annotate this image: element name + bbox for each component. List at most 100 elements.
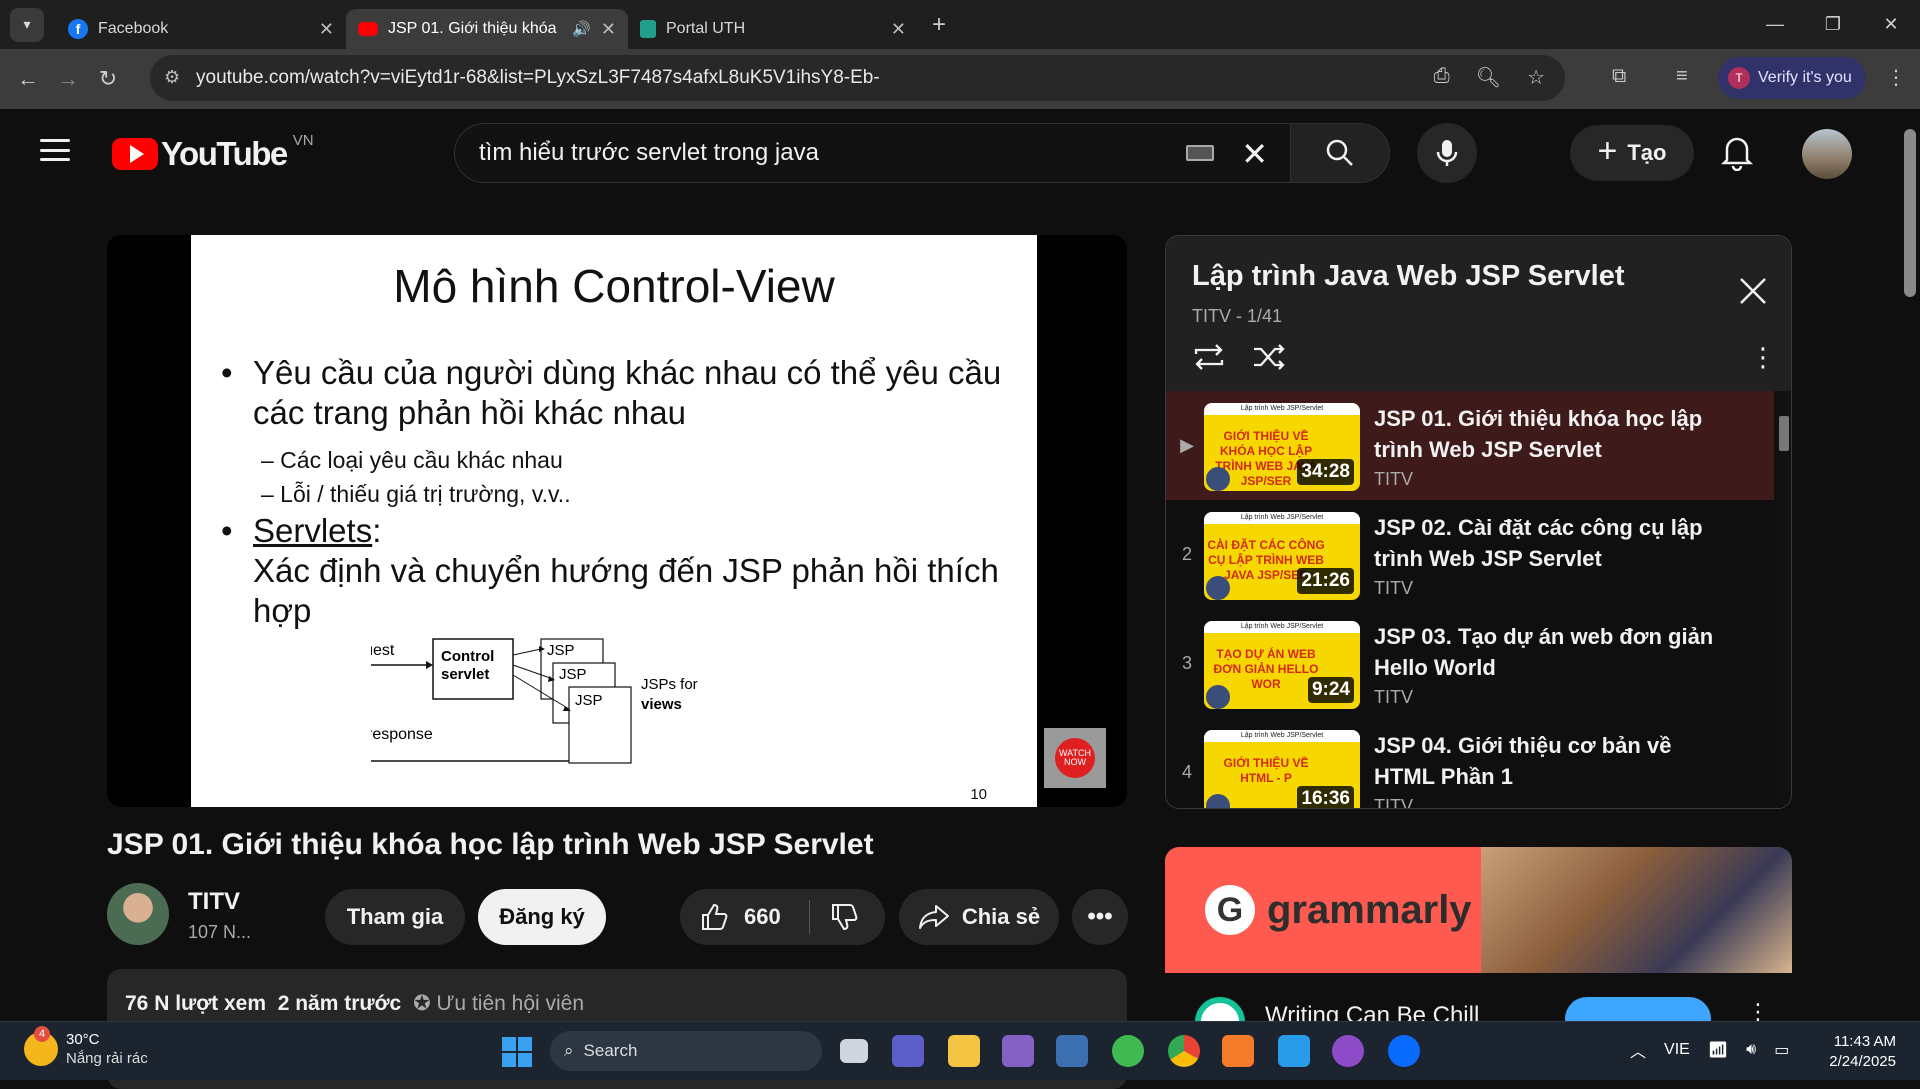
date: 2/24/2025 bbox=[1829, 1053, 1896, 1070]
slide-title: Mô hình Control-View bbox=[393, 260, 835, 312]
search-input[interactable]: tìm hiểu trước servlet trong java ✕ bbox=[454, 123, 1290, 183]
account-avatar[interactable] bbox=[1802, 129, 1852, 179]
vscode-icon[interactable] bbox=[1278, 1035, 1310, 1067]
playlist-item[interactable]: 3 Lập trình Web JSP/Servlet TẠO DỰ ÁN WE… bbox=[1166, 609, 1774, 718]
close-tab-icon[interactable]: ✕ bbox=[891, 19, 906, 40]
close-playlist-icon[interactable] bbox=[1738, 276, 1768, 306]
more-actions-button[interactable]: ••• bbox=[1072, 889, 1128, 945]
weather-widget[interactable]: 4 30°C Nắng rải rác bbox=[24, 1025, 148, 1067]
diagram-servlet-label: servlet bbox=[441, 666, 489, 683]
notifications-bell-icon[interactable] bbox=[1720, 133, 1754, 171]
site-settings-icon[interactable]: ⚙ bbox=[164, 67, 180, 88]
page-scrollbar[interactable] bbox=[1900, 109, 1920, 1023]
playlist-scrollbar[interactable] bbox=[1774, 391, 1791, 808]
visual-studio-icon[interactable] bbox=[1002, 1035, 1034, 1067]
slide-bullet-2: • Servlets: Xác định và chuyển hướng đến… bbox=[221, 511, 1021, 631]
new-tab-button[interactable]: + bbox=[932, 11, 946, 39]
tab-youtube[interactable]: JSP 01. Giới thiệu khóa học 🔊 ✕ bbox=[346, 9, 628, 49]
like-count[interactable]: 660 bbox=[744, 904, 781, 930]
browser-menu-icon[interactable]: ⋮ bbox=[1886, 65, 1906, 90]
media-control-icon[interactable]: ≡ bbox=[1676, 65, 1688, 88]
voice-search-button[interactable] bbox=[1417, 123, 1477, 183]
xampp-icon[interactable] bbox=[1222, 1035, 1254, 1067]
close-tab-icon[interactable]: ✕ bbox=[601, 19, 616, 40]
minimize-icon[interactable]: — bbox=[1746, 0, 1804, 49]
playlist-item[interactable]: ▶ Lập trình Web JSP/Servlet GIỚI THIỆU V… bbox=[1166, 391, 1774, 500]
weather-badge: 4 bbox=[34, 1025, 50, 1042]
presenter-avatar bbox=[1206, 685, 1230, 709]
shuffle-icon[interactable] bbox=[1252, 342, 1286, 372]
youtube-logo[interactable]: YouTube VN bbox=[112, 132, 314, 173]
zoom-icon[interactable]: 🔍︎ bbox=[1476, 65, 1501, 90]
facebook-icon: f bbox=[68, 19, 88, 39]
file-explorer-icon[interactable] bbox=[948, 1035, 980, 1067]
url-field[interactable]: ⚙ youtube.com/watch?v=viEytd1r-68&list=P… bbox=[150, 55, 1565, 101]
like-icon[interactable] bbox=[700, 902, 730, 932]
loop-icon[interactable] bbox=[1192, 342, 1226, 372]
clear-search-icon[interactable]: ✕ bbox=[1241, 135, 1268, 173]
channel-name[interactable]: TITV bbox=[188, 888, 240, 916]
members-first-label: ✪ Ưu tiên hội viên bbox=[413, 992, 585, 1015]
menu-icon[interactable] bbox=[40, 139, 70, 161]
chrome-icon[interactable] bbox=[1168, 1035, 1200, 1067]
tab-search-button[interactable]: ▾ bbox=[10, 7, 44, 42]
tab-title: JSP 01. Giới thiệu khóa học bbox=[388, 20, 562, 37]
close-tab-icon[interactable]: ✕ bbox=[319, 19, 334, 40]
watch-now-badge[interactable]: WATCH NOW bbox=[1044, 728, 1106, 788]
ad-card[interactable]: G grammarly Writing Can Be Chill ⋮ bbox=[1165, 847, 1792, 1047]
taskbar-search[interactable]: ⌕ Search bbox=[550, 1031, 822, 1071]
input-language[interactable]: VIE bbox=[1664, 1041, 1690, 1059]
keyboard-icon[interactable] bbox=[1186, 145, 1214, 161]
app-icon[interactable] bbox=[1112, 1035, 1144, 1067]
control-view-diagram: request Control servlet JSP JSP JSP JSPs… bbox=[371, 638, 698, 764]
verify-profile-button[interactable]: T Verify it's you bbox=[1718, 57, 1866, 99]
thumb-header: Lập trình Web JSP/Servlet bbox=[1204, 730, 1360, 742]
zalo-icon[interactable] bbox=[1388, 1035, 1420, 1067]
video-player[interactable]: Mô hình Control-View • Yêu cầu của người… bbox=[107, 235, 1127, 807]
channel-avatar[interactable] bbox=[107, 883, 169, 945]
playlist-more-icon[interactable]: ⋮ bbox=[1750, 342, 1776, 373]
create-button[interactable]: + Tạo bbox=[1570, 125, 1694, 181]
search-button[interactable] bbox=[1290, 123, 1390, 183]
close-window-icon[interactable]: ✕ bbox=[1862, 0, 1920, 49]
playlist-item[interactable]: 2 Lập trình Web JSP/Servlet CÀI ĐẶT CÁC … bbox=[1166, 500, 1774, 609]
forward-icon[interactable]: → bbox=[48, 66, 88, 92]
clock[interactable]: 11:43 AM 2/24/2025 bbox=[1824, 1032, 1896, 1072]
speaker-icon[interactable]: 🔊 bbox=[572, 20, 591, 38]
create-label: Tạo bbox=[1627, 140, 1667, 165]
playlist-subtitle: TITV - 1/41 bbox=[1192, 306, 1283, 326]
wifi-icon[interactable]: 📶︎ bbox=[1708, 1040, 1728, 1060]
youtube-icon bbox=[358, 22, 378, 36]
extensions-icon[interactable]: ⧉ bbox=[1612, 65, 1626, 88]
subscribe-button[interactable]: Đăng ký bbox=[478, 889, 606, 945]
github-desktop-icon[interactable] bbox=[1332, 1035, 1364, 1067]
start-button[interactable] bbox=[502, 1037, 532, 1067]
restore-icon[interactable]: ❐ bbox=[1804, 0, 1862, 49]
app-icon[interactable] bbox=[1056, 1035, 1088, 1067]
tab-title: Portal UTH bbox=[666, 20, 746, 37]
video-duration: 16:36 bbox=[1297, 786, 1354, 808]
diagram-response-label: response bbox=[371, 726, 433, 743]
slide-bullet-1: • Yêu cầu của người dùng khác nhau có th… bbox=[221, 353, 1021, 433]
install-app-icon[interactable]: ⎙ bbox=[1434, 65, 1450, 90]
dislike-icon[interactable] bbox=[830, 902, 860, 932]
tab-portal-uth[interactable]: Portal UTH ✕ bbox=[628, 9, 918, 49]
battery-icon[interactable]: ▭ bbox=[1774, 1040, 1789, 1060]
task-view-icon[interactable] bbox=[840, 1039, 868, 1063]
ad-photo bbox=[1481, 847, 1792, 973]
share-button[interactable]: Chia sẻ bbox=[899, 889, 1059, 945]
video-duration: 21:26 bbox=[1297, 568, 1354, 594]
thumb-header: Lập trình Web JSP/Servlet bbox=[1204, 512, 1360, 524]
grammarly-logo-icon: G bbox=[1205, 885, 1255, 935]
reload-icon[interactable]: ↻ bbox=[88, 66, 128, 92]
playlist-title[interactable]: Lập trình Java Web JSP Servlet bbox=[1192, 260, 1625, 293]
bookmark-star-icon[interactable]: ☆ bbox=[1527, 65, 1545, 90]
tab-facebook[interactable]: f Facebook ✕ bbox=[56, 9, 346, 49]
back-icon[interactable]: ← bbox=[8, 66, 48, 92]
join-button[interactable]: Tham gia bbox=[325, 889, 465, 945]
playlist-item[interactable]: 4 Lập trình Web JSP/Servlet GIỚI THIỆU V… bbox=[1166, 718, 1774, 808]
show-hidden-icons[interactable]: ︿ bbox=[1630, 1038, 1646, 1062]
teams-icon[interactable] bbox=[892, 1035, 924, 1067]
volume-icon[interactable]: 🔊︎ bbox=[1746, 1041, 1756, 1059]
diagram-jsps-for-label: JSPs for bbox=[641, 676, 698, 693]
